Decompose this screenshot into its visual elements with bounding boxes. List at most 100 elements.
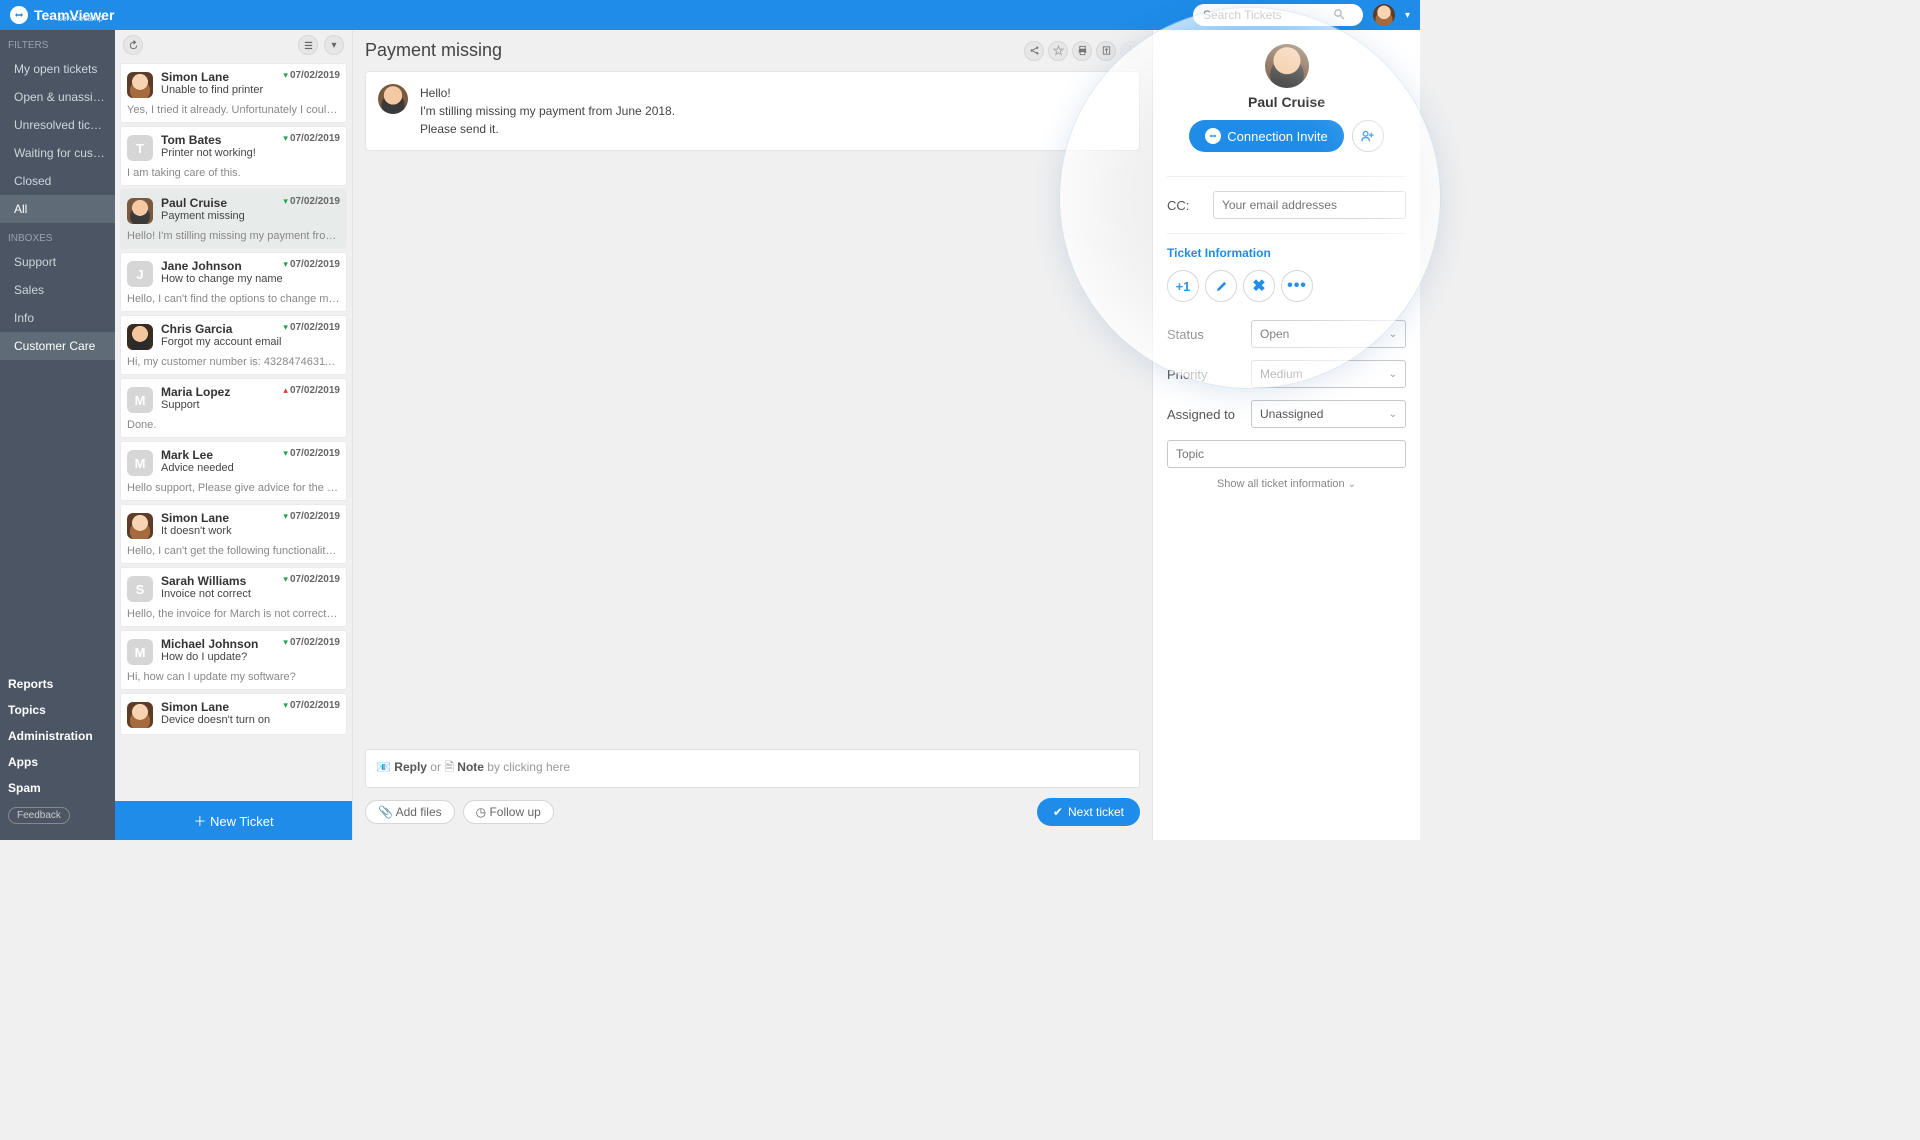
add-files-label: Add files <box>396 805 442 819</box>
more-actions-button[interactable]: ••• <box>1281 270 1313 302</box>
reply-box[interactable]: 📧 Reply or 🗎 Note by clicking here <box>365 749 1140 788</box>
ticket-subject: Invoice not correct <box>161 588 340 600</box>
share-button[interactable] <box>1024 41 1044 61</box>
contact-summary: Paul Cruise Connection Invite <box>1167 44 1406 162</box>
sidebar-filter-item[interactable]: Waiting for custo… <box>0 139 115 167</box>
sidebar-filter-item[interactable]: Unresolved tickets <box>0 111 115 139</box>
ticket-card[interactable]: Simon Lane▾07/02/2019Unable to find prin… <box>120 63 347 123</box>
star-button[interactable] <box>1048 41 1068 61</box>
ticket-sender: Mark Lee <box>161 448 213 462</box>
ticket-subject: Printer not working! <box>161 147 340 159</box>
arrow-down-icon: ▾ <box>283 700 288 711</box>
ticket-sender: Chris Garcia <box>161 322 232 336</box>
print-button[interactable] <box>1072 41 1092 61</box>
ticket-card[interactable]: SSarah Williams▾07/02/2019Invoice not co… <box>120 567 347 627</box>
ticket-avatar: M <box>127 387 153 413</box>
sidebar-bottom-item[interactable]: Apps <box>0 749 115 775</box>
sidebar-inbox-item[interactable]: Sales <box>0 276 115 304</box>
arrow-down-icon: ▾ <box>283 196 288 207</box>
ticket-date: 07/02/2019 <box>290 574 340 585</box>
connection-invite-button[interactable]: Connection Invite <box>1189 120 1343 152</box>
assigned-label: Assigned to <box>1167 407 1251 422</box>
ticket-card[interactable]: Simon Lane▾07/02/2019Device doesn't turn… <box>120 693 347 735</box>
ticket-preview: Hello, I can't find the options to chang… <box>127 293 340 305</box>
sidebar-bottom-item[interactable]: Reports <box>0 671 115 697</box>
ticket-card[interactable]: TTom Bates▾07/02/2019Printer not working… <box>120 126 347 186</box>
filters-heading: FILTERS <box>0 30 115 55</box>
plus-icon: ＋ <box>193 814 210 829</box>
show-all-label: Show all ticket information <box>1217 478 1345 490</box>
ticket-card[interactable]: JJane Johnson▾07/02/2019How to change my… <box>120 252 347 312</box>
sidebar-filter-item[interactable]: Open & unassigned <box>0 83 115 111</box>
ticket-card[interactable]: MMichael Johnson▾07/02/2019How do I upda… <box>120 630 347 690</box>
message-line: Please send it. <box>420 120 675 138</box>
user-menu-chevron-icon[interactable]: ▾ <box>1405 10 1410 21</box>
user-avatar[interactable] <box>1373 4 1395 26</box>
ticket-avatar: J <box>127 261 153 287</box>
follow-up-label: Follow up <box>489 805 540 819</box>
search-input[interactable] <box>1203 8 1333 22</box>
follow-up-button[interactable]: ◷ Follow up <box>463 800 554 824</box>
add-files-button[interactable]: 📎 Add files <box>365 800 455 824</box>
sidebar-filter-item[interactable]: My open tickets <box>0 55 115 83</box>
priority-select[interactable]: Medium⌄ <box>1251 360 1406 388</box>
message-line: Hello! <box>420 84 675 102</box>
ticket-preview: Hi, how can I update my software? <box>127 671 340 683</box>
status-select[interactable]: Open⌄ <box>1251 320 1406 348</box>
ticket-card[interactable]: Paul Cruise▾07/02/2019Payment missingHel… <box>120 189 347 249</box>
sidebar-inbox-item[interactable]: Customer Care <box>0 332 115 360</box>
ticket-sender: Simon Lane <box>161 511 229 525</box>
ticket-footer: 📧 Reply or 🗎 Note by clicking here 📎 Add… <box>353 739 1152 840</box>
ticket-preview: Hello, I can't get the following functio… <box>127 545 340 557</box>
ticket-sender: Jane Johnson <box>161 259 242 273</box>
add-person-button[interactable] <box>1352 120 1384 152</box>
contact-name: Paul Cruise <box>1167 94 1406 110</box>
delete-button[interactable]: ✖ <box>1243 270 1275 302</box>
ticket-card[interactable]: Simon Lane▾07/02/2019It doesn't workHell… <box>120 504 347 564</box>
refresh-button[interactable] <box>123 35 143 55</box>
more-button[interactable]: ⋮ <box>1120 41 1140 61</box>
search-box[interactable] <box>1193 4 1363 26</box>
ticket-card[interactable]: MMark Lee▾07/02/2019Advice neededHello s… <box>120 441 347 501</box>
sidebar-bottom-item[interactable]: Topics <box>0 697 115 723</box>
ticket-subject: Forgot my account email <box>161 336 340 348</box>
contact-avatar <box>1265 44 1309 88</box>
ticket-header: Payment missing ⋮ <box>353 30 1152 71</box>
sidebar-filter-item[interactable]: Closed <box>0 167 115 195</box>
edit-button[interactable] <box>1205 270 1237 302</box>
ticket-body: Hello! I'm stilling missing my payment f… <box>353 71 1152 739</box>
priority-label: Priority <box>1167 367 1251 382</box>
arrow-down-icon: ▾ <box>283 322 288 333</box>
sidebar-bottom-item[interactable]: Spam <box>0 775 115 801</box>
cc-label: CC: <box>1167 198 1203 213</box>
show-all-link[interactable]: Show all ticket information ⌄ <box>1167 468 1406 500</box>
cc-row: CC: <box>1167 176 1406 234</box>
right-panel: Paul Cruise Connection Invite CC: <box>1152 30 1420 840</box>
sidebar-filter-item[interactable]: All <box>0 195 115 223</box>
arrow-down-icon: ▾ <box>283 574 288 585</box>
list-view-button[interactable] <box>298 35 318 55</box>
sidebar-bottom-item[interactable]: Administration <box>0 723 115 749</box>
assigned-select[interactable]: Unassigned⌄ <box>1251 400 1406 428</box>
ticket-card[interactable]: Chris Garcia ▾07/02/2019 Forgot my account… <box>120 315 347 375</box>
arrow-down-icon: ▾ <box>283 133 288 144</box>
new-ticket-label: New Ticket <box>210 814 274 829</box>
ticket-avatar <box>127 513 153 539</box>
topic-input[interactable] <box>1167 440 1406 468</box>
sidebar-inbox-item[interactable]: Info <box>0 304 115 332</box>
next-ticket-button[interactable]: ✔Next ticket <box>1037 798 1140 826</box>
ticket-sender: Simon Lane <box>161 700 229 714</box>
status-row: Status Open⌄ <box>1167 314 1406 354</box>
ticket-date: 07/02/2019 <box>290 322 340 333</box>
ticket-card[interactable]: MMaria Lopez▴07/02/2019SupportDone. <box>120 378 347 438</box>
message-card: Hello! I'm stilling missing my payment f… <box>365 71 1140 151</box>
feedback-button[interactable]: Feedback <box>8 807 70 824</box>
sort-button[interactable]: ▾ <box>324 35 344 55</box>
export-button[interactable] <box>1096 41 1116 61</box>
new-ticket-button[interactable]: ＋ New Ticket <box>115 801 352 840</box>
sidebar-inbox-item[interactable]: Support <box>0 248 115 276</box>
teamviewer-icon <box>1205 128 1221 144</box>
ticket-preview: Hello, the invoice for March is not corr… <box>127 608 340 620</box>
plus-one-button[interactable]: +1 <box>1167 270 1199 302</box>
cc-input[interactable] <box>1213 191 1406 219</box>
